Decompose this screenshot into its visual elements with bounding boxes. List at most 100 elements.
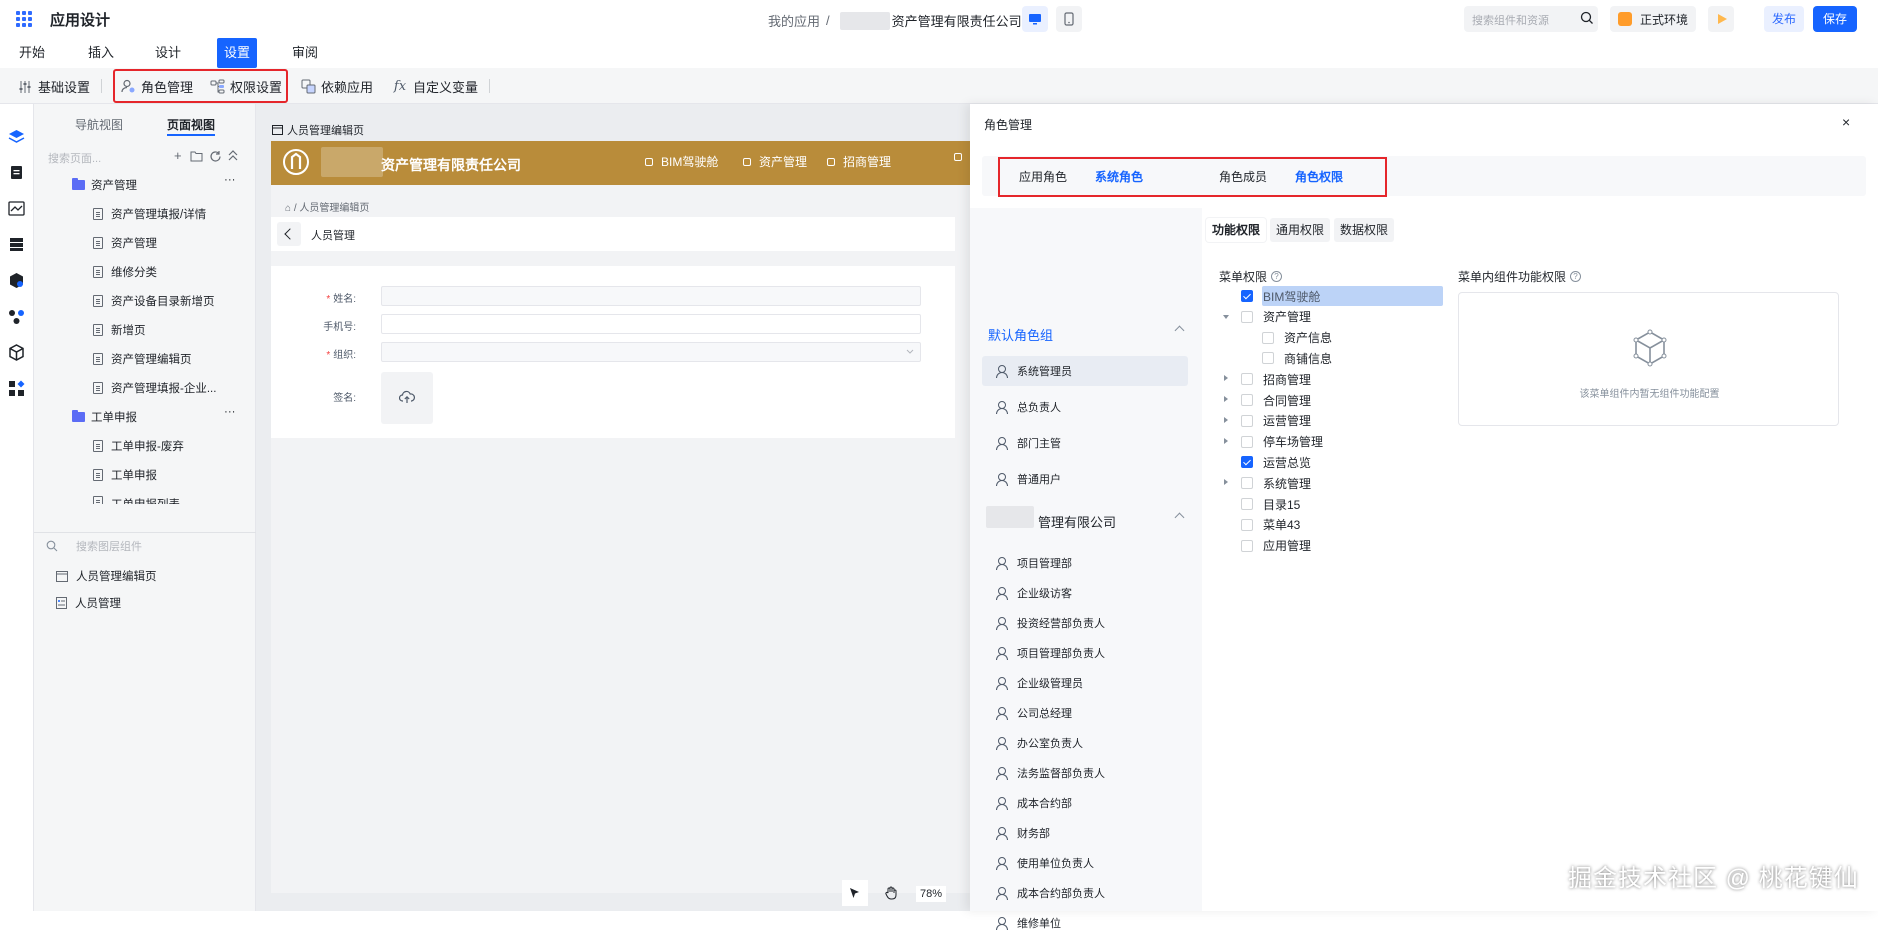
role-item[interactable]: 公司总经理 (982, 698, 1188, 728)
role-item[interactable]: 财务部 (982, 818, 1188, 848)
tree-item[interactable]: 维修分类 (93, 264, 157, 280)
role-item[interactable]: 系统管理员 (982, 356, 1188, 386)
tab-page-view[interactable]: 页面视图 (167, 116, 215, 133)
role-item[interactable]: 项目管理部负责人 (982, 638, 1188, 668)
tab-review[interactable]: 审阅 (292, 38, 318, 68)
role-item[interactable]: 使用单位负责人 (982, 848, 1188, 878)
app-grid-icon[interactable] (16, 11, 32, 27)
permission-checkbox[interactable] (1241, 394, 1253, 406)
role-item[interactable]: 投资经营部负责人 (982, 608, 1188, 638)
menu-permission-item[interactable]: 菜单43 (1241, 516, 1300, 534)
refresh-icon[interactable] (209, 150, 222, 163)
menu-permission-item[interactable]: 招商管理 (1224, 370, 1311, 388)
pointer-tool[interactable] (842, 880, 868, 906)
environment-selector[interactable]: 正式环境 (1610, 6, 1696, 32)
cube-icon[interactable] (8, 344, 25, 361)
database-icon[interactable] (8, 236, 25, 253)
menu-permission-item[interactable]: 应用管理 (1241, 537, 1311, 555)
tree-item[interactable]: 新增页 (93, 322, 146, 338)
tab-start[interactable]: 开始 (19, 38, 45, 68)
zoom-level[interactable]: 78% (916, 886, 947, 902)
menu-permission-item[interactable]: 运营管理 (1224, 412, 1311, 430)
permission-checkbox[interactable] (1241, 373, 1253, 386)
org-select[interactable] (381, 342, 921, 362)
back-arrow-icon[interactable] (277, 222, 301, 246)
caret-right-icon[interactable] (1224, 416, 1228, 423)
more-icon[interactable]: ··· (224, 406, 236, 418)
more-icon[interactable]: ··· (224, 174, 236, 186)
role-item[interactable]: 维修单位 (982, 908, 1188, 938)
close-icon[interactable]: × (1842, 114, 1850, 130)
dependency-apps-button[interactable]: 依赖应用 (300, 77, 373, 96)
tree-item[interactable]: 资产管理 (93, 235, 157, 251)
tab-design[interactable]: 设计 (155, 38, 181, 68)
caret-right-icon[interactable] (1224, 396, 1228, 402)
caret-down-icon[interactable] (1223, 314, 1229, 319)
menu-permission-item[interactable]: BIM驾驶舱 (1241, 287, 1320, 305)
tab-general-permission[interactable]: 通用权限 (1270, 218, 1331, 242)
signature-upload[interactable] (381, 372, 433, 424)
permission-checkbox[interactable] (1262, 352, 1274, 365)
help-icon[interactable]: ? (1570, 271, 1582, 282)
tree-folder-asset[interactable]: 资产管理 (72, 177, 137, 193)
layer-item[interactable]: 人员管理 (56, 595, 121, 611)
menu-permission-item[interactable]: 合同管理 (1224, 391, 1311, 409)
permission-checkbox[interactable] (1262, 331, 1274, 344)
menu-permission-item[interactable]: 系统管理 (1224, 474, 1311, 492)
permission-checkbox[interactable] (1241, 414, 1253, 427)
permission-checkbox[interactable] (1241, 498, 1253, 510)
menu-permission-item[interactable]: 资产管理 (1223, 308, 1311, 326)
tab-function-permission[interactable]: 功能权限 (1206, 218, 1267, 242)
layer-item[interactable]: 人员管理编辑页 (56, 568, 157, 584)
layers-icon[interactable] (8, 128, 25, 145)
menu-permission-item[interactable]: 目录15 (1241, 495, 1300, 513)
phone-field[interactable] (381, 314, 921, 334)
help-icon[interactable]: ? (1271, 271, 1283, 282)
role-item[interactable]: 成本合约部 (982, 788, 1188, 818)
permission-checkbox[interactable] (1241, 310, 1253, 323)
role-item[interactable]: 成本合约部负责人 (982, 878, 1188, 908)
layer-search-input[interactable]: 搜索图层组件 (46, 538, 142, 554)
tree-item[interactable]: 工单申报 (93, 467, 157, 483)
tab-navigation-view[interactable]: 导航视图 (75, 116, 123, 133)
breadcrumb-root[interactable]: 我的应用 (768, 11, 820, 30)
tree-item[interactable]: 工单申报列表 (93, 496, 180, 504)
preview-nav-item[interactable]: 招商管理 (827, 153, 891, 170)
role-item[interactable]: 法务监督部负责人 (982, 758, 1188, 788)
caret-right-icon[interactable] (1224, 375, 1228, 382)
tab-settings[interactable]: 设置 (217, 38, 258, 68)
basic-settings-button[interactable]: 基础设置 (17, 77, 90, 96)
add-page-icon[interactable]: + (174, 148, 182, 163)
role-item[interactable]: 企业级访客 (982, 578, 1188, 608)
chart-icon[interactable] (8, 200, 25, 217)
role-item[interactable]: 企业级管理员 (982, 668, 1188, 698)
share-nodes-icon[interactable] (8, 308, 25, 325)
mobile-view-button[interactable] (1056, 6, 1082, 32)
widgets-icon[interactable] (8, 380, 25, 397)
preview-nav-item[interactable]: BIM驾驶舱 (645, 153, 718, 170)
permission-checkbox[interactable] (1241, 290, 1253, 302)
permission-checkbox[interactable] (1241, 477, 1253, 490)
preview-run-button[interactable] (1708, 6, 1734, 32)
permission-checkbox[interactable] (1241, 435, 1253, 448)
tab-data-permission[interactable]: 数据权限 (1334, 218, 1395, 242)
hand-tool[interactable] (878, 880, 904, 906)
publish-button[interactable]: 发布 (1764, 6, 1805, 32)
tree-item[interactable]: 资产管理填报/详情 (93, 206, 206, 222)
role-item[interactable]: 办公室负责人 (982, 728, 1188, 758)
page-search-input[interactable]: 搜索页面... (48, 150, 101, 166)
save-button[interactable]: 保存 (1813, 6, 1858, 32)
role-item[interactable]: 普通用户 (982, 464, 1188, 494)
collapse-all-icon[interactable] (228, 150, 238, 162)
search-input[interactable]: 搜索组件和资源 (1464, 6, 1598, 32)
document-icon[interactable] (8, 164, 25, 181)
menu-permission-item[interactable]: 资产信息 (1262, 329, 1332, 347)
role-item[interactable]: 总负责人 (982, 392, 1188, 422)
tree-item[interactable]: 资产管理填报-企业... (93, 380, 216, 396)
tree-folder-work-order[interactable]: 工单申报 (72, 409, 137, 425)
caret-right-icon[interactable] (1224, 479, 1228, 486)
page-preview[interactable]: 资产管理有限责任公司 BIM驾驶舱 资产管理 招商管理 ⌂ / 人员管理编辑页 … (271, 141, 970, 893)
menu-permission-item[interactable]: 商铺信息 (1262, 349, 1332, 367)
role-group-default[interactable]: 默认角色组 (988, 325, 1188, 344)
role-item[interactable]: 项目管理部 (982, 548, 1188, 578)
